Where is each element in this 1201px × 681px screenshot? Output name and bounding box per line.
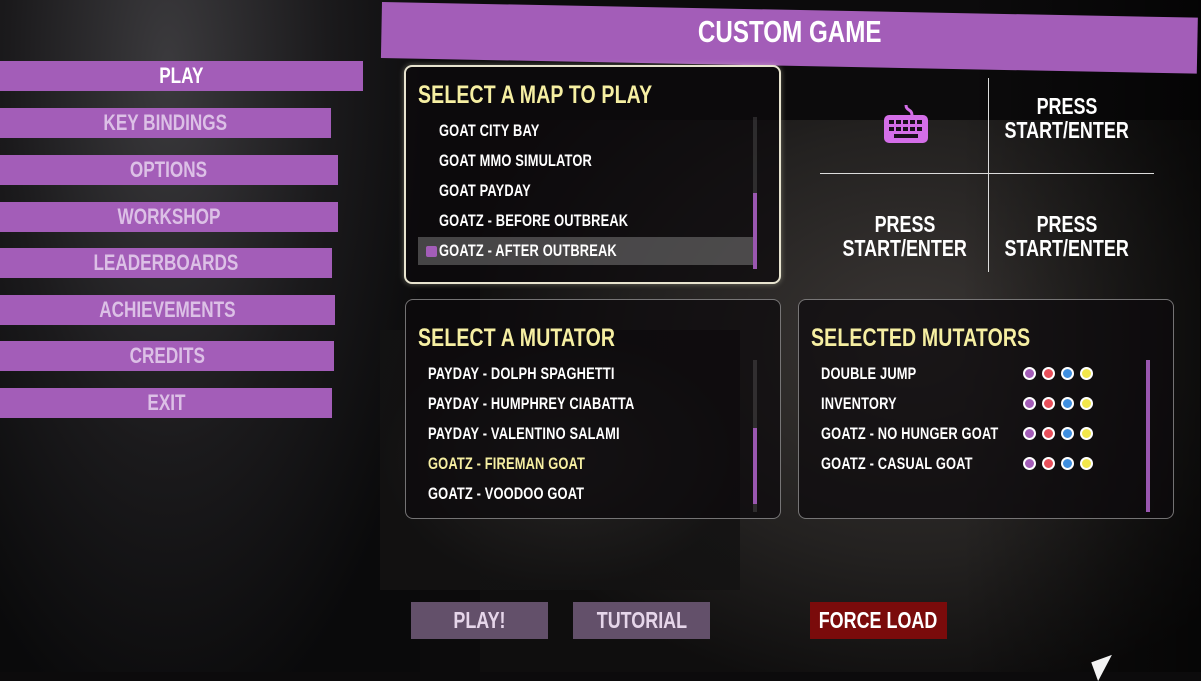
grid-divider-horizontal xyxy=(820,173,1154,174)
selected-mutator-name: INVENTORY xyxy=(821,394,897,413)
player-3-dot[interactable] xyxy=(1061,397,1074,410)
mutator-scrollbar[interactable] xyxy=(753,360,757,512)
map-name: GOAT CITY BAY xyxy=(439,121,540,140)
menu-item-label: ACHIEVEMENTS xyxy=(99,297,236,322)
selected-marker-icon xyxy=(426,246,437,257)
menu-item-play[interactable]: PLAY xyxy=(0,61,363,91)
menu-item-exit[interactable]: EXIT xyxy=(0,388,332,418)
player-3-dot[interactable] xyxy=(1061,367,1074,380)
player-toggle-dots xyxy=(1023,367,1093,380)
play-button[interactable]: PLAY! xyxy=(411,602,548,639)
selected-mutators-scrollbar[interactable] xyxy=(1146,360,1150,512)
map-list-item[interactable]: GOAT PAYDAY xyxy=(418,177,753,205)
menu-item-credits[interactable]: CREDITS xyxy=(0,341,334,371)
menu-item-label: KEY BINDINGS xyxy=(103,110,228,135)
map-select-panel: SELECT A MAP TO PLAY GOAT CITY BAY GOAT … xyxy=(404,65,781,284)
menu-item-label: WORKSHOP xyxy=(117,204,221,229)
player-1-dot[interactable] xyxy=(1023,367,1036,380)
player-2-prompt: PRESS START/ENTER xyxy=(1004,93,1130,143)
map-panel-title: SELECT A MAP TO PLAY xyxy=(418,81,653,109)
player-toggle-dots xyxy=(1023,397,1093,410)
menu-item-label: LEADERBOARDS xyxy=(93,250,239,275)
player-toggle-dots xyxy=(1023,457,1093,470)
map-list-item[interactable]: GOAT MMO SIMULATOR xyxy=(418,147,753,175)
player-1-dot[interactable] xyxy=(1023,457,1036,470)
player-4-dot[interactable] xyxy=(1080,457,1093,470)
page-title: CUSTOM GAME xyxy=(382,14,1198,50)
player-3-dot[interactable] xyxy=(1061,427,1074,440)
player-1-dot[interactable] xyxy=(1023,427,1036,440)
player-3-dot[interactable] xyxy=(1061,457,1074,470)
map-scroll-thumb[interactable] xyxy=(753,193,757,269)
player-toggle-dots xyxy=(1023,427,1093,440)
selected-mutators-panel: SELECTED MUTATORS DOUBLE JUMP INVENTORY … xyxy=(798,299,1174,519)
mutator-list-item-highlighted[interactable]: GOATZ - FIREMAN GOAT xyxy=(428,450,748,478)
menu-item-workshop[interactable]: WORKSHOP xyxy=(0,202,338,232)
menu-item-achievements[interactable]: ACHIEVEMENTS xyxy=(0,295,335,325)
mutator-select-panel: SELECT A MUTATOR PAYDAY - DOLPH SPAGHETT… xyxy=(405,299,781,519)
mutator-name: PAYDAY - HUMPHREY CIABATTA xyxy=(428,394,635,413)
menu-item-leaderboards[interactable]: LEADERBOARDS xyxy=(0,248,332,278)
selected-mutator-name: GOATZ - NO HUNGER GOAT xyxy=(821,424,999,443)
player-3-prompt: PRESS START/ENTER xyxy=(842,211,968,261)
player-2-dot[interactable] xyxy=(1042,457,1055,470)
selected-mutator-name: GOATZ - CASUAL GOAT xyxy=(821,454,973,473)
map-list-item[interactable]: GOATZ - BEFORE OUTBREAK xyxy=(418,207,753,235)
force-load-button-label: FORCE LOAD xyxy=(819,607,938,633)
player-4-dot[interactable] xyxy=(1080,427,1093,440)
mutator-list-item[interactable]: PAYDAY - DOLPH SPAGHETTI xyxy=(428,360,748,388)
selected-mutator-name: DOUBLE JUMP xyxy=(821,364,917,383)
mutator-list-item[interactable]: PAYDAY - HUMPHREY CIABATTA xyxy=(428,390,748,418)
map-list-item-selected[interactable]: GOATZ - AFTER OUTBREAK xyxy=(418,237,753,265)
map-name: GOATZ - AFTER OUTBREAK xyxy=(439,241,617,260)
mutator-name: GOATZ - VOODOO GOAT xyxy=(428,484,585,503)
player-2-dot[interactable] xyxy=(1042,427,1055,440)
menu-item-key-bindings[interactable]: KEY BINDINGS xyxy=(0,108,331,138)
menu-item-options[interactable]: OPTIONS xyxy=(0,155,338,185)
map-name: GOAT MMO SIMULATOR xyxy=(439,151,592,170)
player-4-dot[interactable] xyxy=(1080,397,1093,410)
menu-item-label: EXIT xyxy=(146,390,186,415)
player-4-dot[interactable] xyxy=(1080,367,1093,380)
menu-item-label: CREDITS xyxy=(129,343,205,368)
tutorial-button-label: TUTORIAL xyxy=(596,607,687,633)
selected-mutators-scroll-thumb[interactable] xyxy=(1146,360,1150,512)
mutator-name: GOATZ - FIREMAN GOAT xyxy=(428,454,586,473)
map-name: GOAT PAYDAY xyxy=(439,181,531,200)
mutator-name: PAYDAY - DOLPH SPAGHETTI xyxy=(428,364,615,383)
mutator-panel-title: SELECT A MUTATOR xyxy=(418,324,616,352)
page-title-text: CUSTOM GAME xyxy=(698,14,882,49)
menu-item-label: OPTIONS xyxy=(130,157,208,182)
mutator-list-item[interactable]: PAYDAY - VALENTINO SALAMI xyxy=(428,420,748,448)
mutator-list-item[interactable]: GOATZ - VOODOO GOAT xyxy=(428,480,748,508)
mutator-scroll-thumb[interactable] xyxy=(753,428,757,504)
map-scrollbar[interactable] xyxy=(753,117,757,269)
menu-item-label: PLAY xyxy=(159,63,204,88)
selected-mutators-title: SELECTED MUTATORS xyxy=(811,324,1031,352)
play-button-label: PLAY! xyxy=(453,607,506,633)
force-load-button[interactable]: FORCE LOAD xyxy=(810,602,947,639)
keyboard-icon xyxy=(882,101,930,145)
tutorial-button[interactable]: TUTORIAL xyxy=(573,602,710,639)
player-2-dot[interactable] xyxy=(1042,397,1055,410)
player-1-dot[interactable] xyxy=(1023,397,1036,410)
map-list-item[interactable]: GOAT CITY BAY xyxy=(418,117,753,145)
player-4-prompt: PRESS START/ENTER xyxy=(1004,211,1130,261)
player-2-dot[interactable] xyxy=(1042,367,1055,380)
mutator-name: PAYDAY - VALENTINO SALAMI xyxy=(428,424,620,443)
map-name: GOATZ - BEFORE OUTBREAK xyxy=(439,211,629,230)
